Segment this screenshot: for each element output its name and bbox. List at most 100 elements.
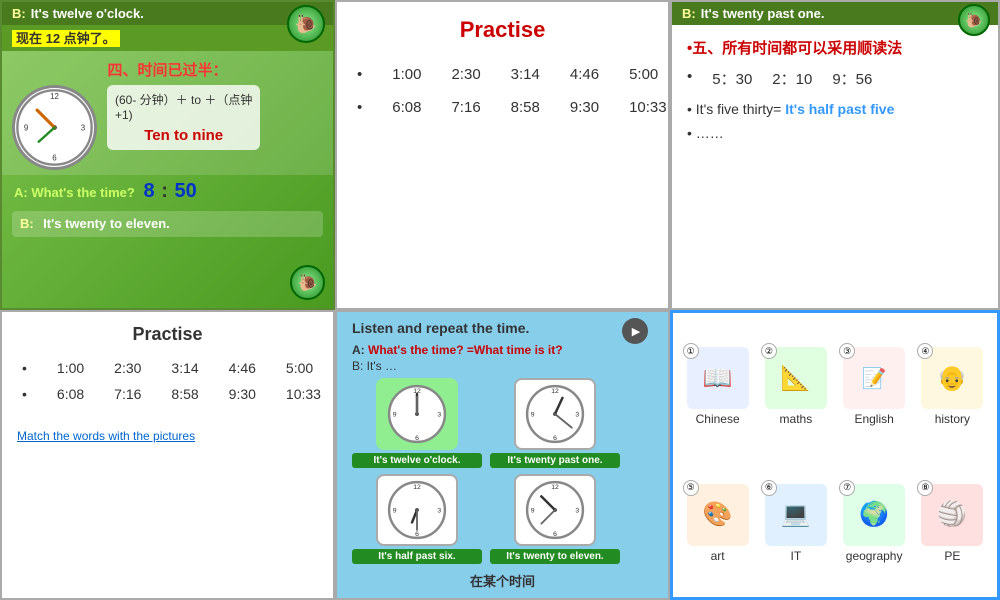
p2-time-5-00: 5:00 [286,360,313,376]
cell1-qa-a-text: A: What's the time? [14,185,135,200]
cell1-header-text: It's twelve o'clock. [31,6,144,21]
cell-top-middle: Practise • 1:00 2:30 3:14 4:46 5:00 • 6:… [335,0,670,310]
subject-num-3: ③ [839,343,855,359]
p2-time-4-46: 4:46 [229,360,256,376]
formula-line2: +1) [115,108,252,122]
clock-svg: 12 3 6 9 [12,85,97,170]
cell5-qa-b: B: It's … [337,359,668,375]
svg-text:9: 9 [393,507,397,514]
snail-icon: 🐌 [287,5,325,43]
subject-name-art: art [711,549,725,563]
time-5-00: 5:00 [629,66,658,83]
time-8-58: 8:58 [511,99,540,116]
clock-1-svg: 12 3 6 9 [386,383,448,445]
p2-time-3-14: 3:14 [171,360,198,376]
cell5-bottom-text: 在某个时间 [337,567,668,594]
subject-name-maths: maths [780,412,813,426]
p2-time-6-08: 6:08 [57,386,84,402]
cell3-dots: • …… [687,125,983,141]
p2-time-9-30: 9:30 [229,386,256,402]
clock-item-4: 12 3 6 9 It's twenty to eleven. [490,474,620,564]
svg-text:9: 9 [531,411,535,418]
subject-english: 📝 ③ English [838,321,911,453]
subject-geography: 🌍 ⑦ geography [838,458,911,590]
time-2-30: 2:30 [451,66,480,83]
ten-to-nine: Ten to nine [115,127,252,144]
cell1-header: B: It's twelve o'clock. 🐌 [2,2,333,25]
cell3-body: •五、所有时间都可以采用顺读法 • 5：30 2：10 9：56 • It's … [672,25,998,153]
cell3-section-title: •五、所有时间都可以采用顺读法 [687,37,983,58]
subject-it-img: 💻 ⑥ [765,484,827,546]
subject-chinese-img: 📖 ① [687,347,749,409]
snail-icon-bottom: 🐌 [290,265,325,300]
cell3-it-five: • It's five thirty= It's half past five [687,101,983,117]
p2-time-2-30: 2:30 [114,360,141,376]
clock-label-3: It's half past six. [352,549,482,564]
cell1-chinese: 现在 12 点钟了。 [2,25,333,51]
svg-text:6: 6 [553,435,557,442]
cell-top-right: B: It's twenty past one. 🐌 •五、所有时间都可以采用顺… [670,0,1000,310]
subject-num-6: ⑥ [761,480,777,496]
time-1-00: 1:00 [392,66,421,83]
cell-top-left: B: It's twelve o'clock. 🐌 现在 12 点钟了。 四、时… [0,0,335,310]
subject-num-4: ④ [917,343,933,359]
p2-time-10-33: 10:33 [286,386,321,402]
subject-name-pe: PE [944,549,960,563]
svg-text:12: 12 [551,484,559,491]
cell-bottom-middle: Listen and repeat the time. ▶ A: What's … [335,310,670,600]
clock-box-1: 12 3 6 9 [376,378,458,450]
cell3-bullet1: • 5：30 2：10 9：56 [687,68,983,89]
svg-text:3: 3 [437,507,441,514]
practise-row1: • 1:00 2:30 3:14 4:46 5:00 [357,58,648,91]
time-3-14: 3:14 [511,66,540,83]
clock-4-svg: 12 3 6 9 [524,479,586,541]
cell5-qa-a-red: What's the time? [368,343,464,357]
practise-row2: • 6:08 7:16 8:58 9:30 10:33 [357,91,648,124]
subject-chinese: 📖 ① Chinese [681,321,754,453]
cell1-colon: : [161,180,168,202]
cell1-answer-b: B: [20,216,34,231]
subject-num-2: ② [761,343,777,359]
time-4-46: 4:46 [570,66,599,83]
time-9-30: 9:30 [570,99,599,116]
svg-text:6: 6 [415,435,419,442]
clock-item-3: 12 3 6 9 It's half past six. [352,474,482,564]
p2-time-7-16: 7:16 [114,386,141,402]
subject-name-english: English [854,412,893,426]
svg-text:12: 12 [551,388,559,395]
subjects-grid: 📖 ① Chinese 📐 ② maths 📝 ③ English 👴 [673,313,997,597]
match-words-link[interactable]: Match the words with the pictures [17,429,195,443]
cell1-chinese-text: 现在 12 点钟了。 [12,30,120,47]
time-5-30: 5：30 [712,68,752,89]
play-icon: ▶ [632,325,640,338]
subject-name-it: IT [791,549,802,563]
cell3-it-five-text: • It's five thirty= [687,101,781,117]
subject-num-5: ⑤ [683,480,699,496]
cell3-header-text: It's twenty past one. [701,6,825,21]
clocks-row2: 12 3 6 9 It's half past six. 12 [337,471,668,567]
svg-text:6: 6 [553,531,557,538]
cell1-question-a: A: What's the time? 8 : 50 [14,180,321,203]
clock-box-2: 12 3 6 9 [514,378,596,450]
subject-num-1: ① [683,343,699,359]
subject-num-7: ⑦ [839,480,855,496]
practise-title2: Practise [2,312,333,350]
cell1-num1: 8 [143,180,154,202]
cell5-header: Listen and repeat the time. ▶ [337,312,668,341]
subject-maths-img: 📐 ② [765,347,827,409]
play-button[interactable]: ▶ [622,318,648,344]
practise-row2-1: • 1:00 2:30 3:14 4:46 5:00 [22,355,313,381]
svg-text:6: 6 [52,154,57,163]
clock-item-1: 12 3 6 9 It's twelve o'clock. [352,378,482,468]
subject-english-img: 📝 ③ [843,347,905,409]
svg-text:12: 12 [413,484,421,491]
subject-history: 👴 ④ history [916,321,989,453]
svg-text:12: 12 [50,92,59,101]
cell1-answer: B: It's twenty to eleven. [12,211,323,237]
cell1-b-prefix: B: [12,6,26,21]
p2-time-8-58: 8:58 [171,386,198,402]
cell3-snail-icon: 🐌 [958,4,990,36]
cell1-answer-text: It's twenty to eleven. [43,216,170,231]
cell-bottom-left: Practise • 1:00 2:30 3:14 4:46 5:00 • 6:… [0,310,335,600]
subject-maths: 📐 ② maths [759,321,832,453]
